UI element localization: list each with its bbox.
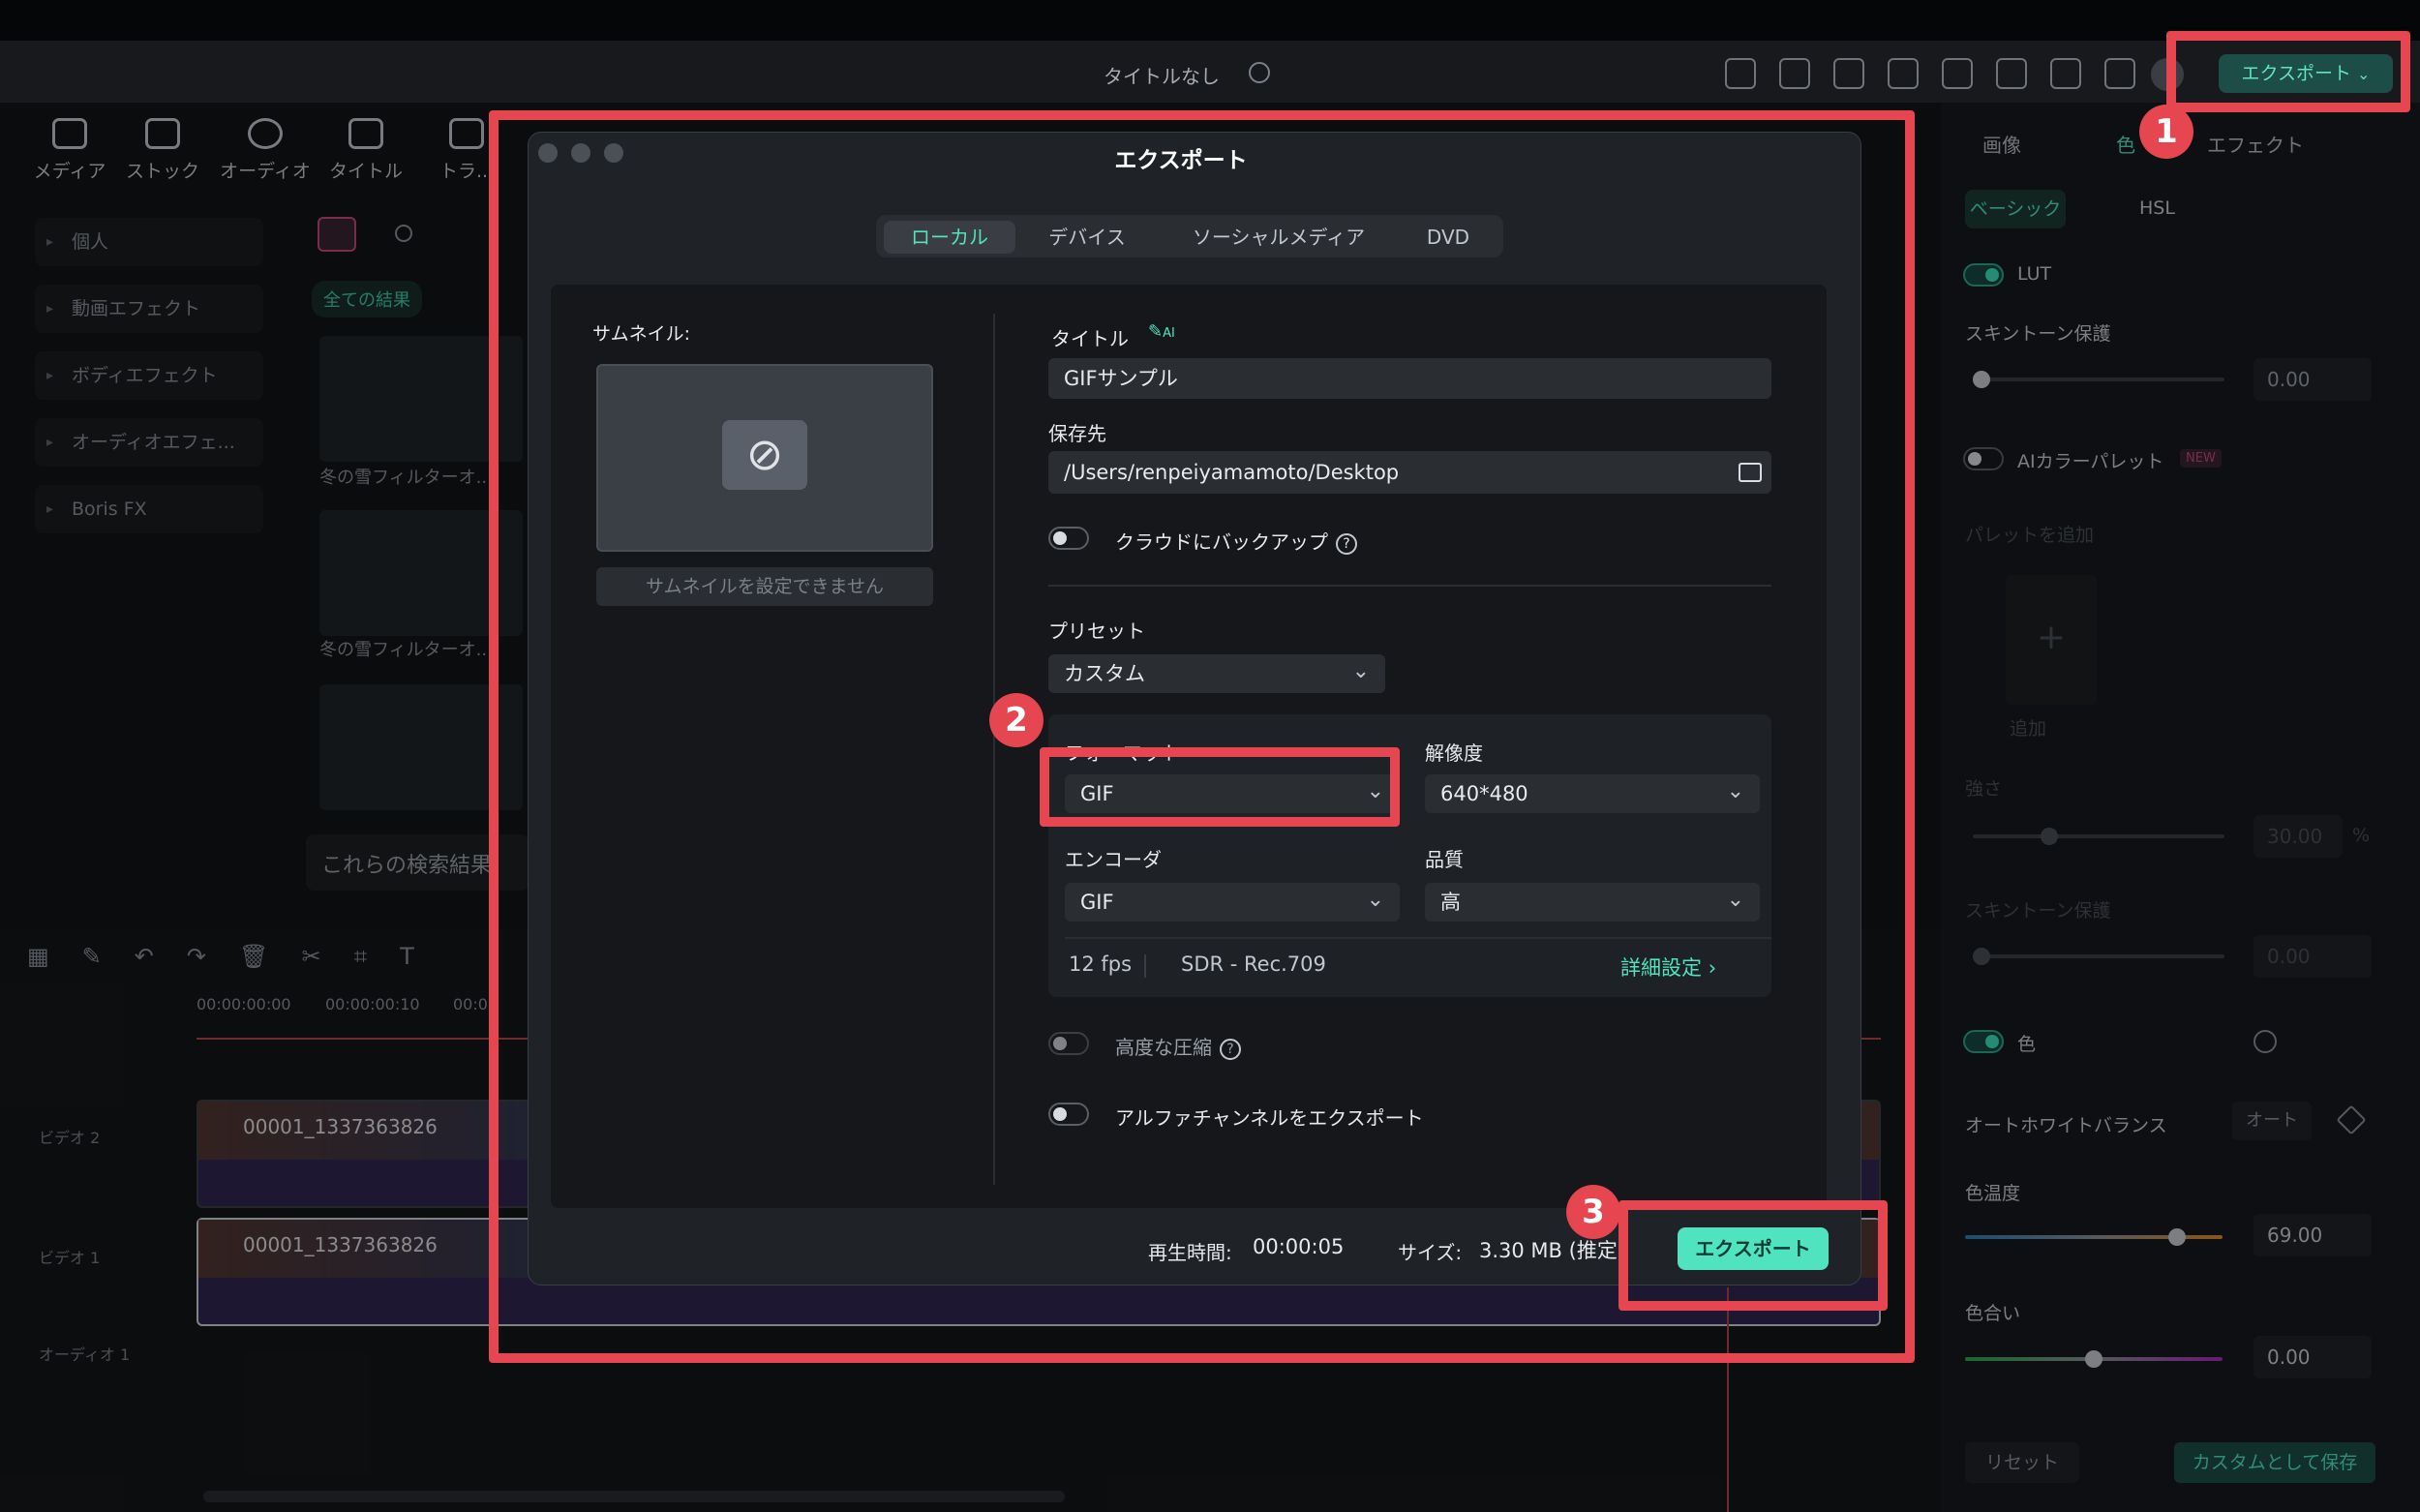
send-icon[interactable] (1779, 58, 1810, 89)
annotation-box-top-export (2166, 31, 2410, 112)
annotation-box-export-button (1618, 1200, 1888, 1311)
layout-icon[interactable] (1888, 58, 1919, 89)
system-top-bar (0, 0, 2420, 41)
annotation-badge-1: 1 (2139, 105, 2193, 159)
annotation-badge-2: 2 (989, 693, 1044, 747)
cloud-status-icon (1249, 62, 1270, 83)
task-icon[interactable] (1833, 58, 1864, 89)
support-icon[interactable] (2050, 58, 2081, 89)
gift-icon[interactable] (1725, 58, 1756, 89)
save-icon[interactable] (1942, 58, 1973, 89)
project-title: タイトルなし (1104, 65, 1220, 88)
annotation-box-format (1040, 747, 1400, 827)
apps-grid-icon[interactable] (2104, 58, 2135, 89)
annotation-box-dialog (489, 110, 1915, 1363)
cloud-upload-icon[interactable] (1996, 58, 2027, 89)
annotation-badge-3: 3 (1566, 1185, 1620, 1239)
